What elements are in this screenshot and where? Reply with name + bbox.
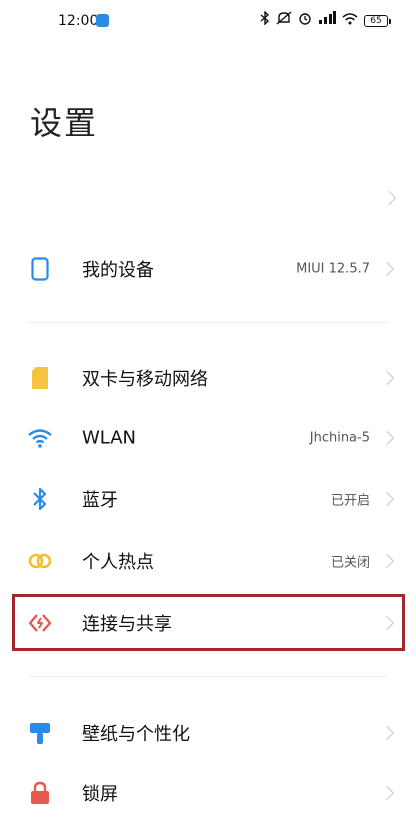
settings-item-hotspot[interactable]: 个人热点 已关闭	[0, 531, 416, 591]
battery-level: 65	[370, 16, 382, 26]
settings-item-my-device[interactable]: 我的设备 MIUI 12.5.7	[0, 239, 416, 299]
settings-item-dual-sim[interactable]: 双卡与移动网络	[0, 348, 416, 408]
settings-item-label: WLAN	[82, 427, 137, 449]
settings-item-value: 已关闭	[330, 555, 370, 571]
signal-icon	[318, 11, 336, 31]
phone-icon	[28, 257, 52, 281]
settings-item-value: 已开启	[330, 493, 370, 509]
battery-icon: 65	[364, 15, 391, 27]
wallpaper-icon	[28, 721, 52, 745]
chevron-right-icon	[379, 491, 395, 507]
silent-icon	[276, 11, 292, 31]
settings-item-label: 蓝牙	[82, 490, 118, 511]
lock-icon	[28, 781, 52, 805]
settings-item-value: Jhchina-5	[309, 430, 370, 446]
settings-item-label: 双卡与移动网络	[82, 369, 208, 390]
chevron-right-icon	[379, 430, 395, 446]
settings-item-wallpaper[interactable]: 壁纸与个性化	[0, 703, 416, 763]
sim-card-icon	[28, 366, 52, 390]
status-time: 12:00	[58, 13, 99, 29]
status-icons: 65	[260, 10, 391, 31]
settings-item-bluetooth[interactable]: 蓝牙 已开启	[0, 469, 416, 529]
alarm-icon	[298, 11, 312, 31]
settings-item-wlan[interactable]: WLAN Jhchina-5	[0, 408, 416, 468]
chevron-right-icon	[379, 785, 395, 801]
wifi-status-icon	[342, 12, 358, 31]
page-title: 设置	[30, 104, 99, 142]
settings-item-lock-screen[interactable]: 锁屏	[0, 763, 416, 823]
settings-item-label: 锁屏	[82, 784, 118, 805]
divider	[28, 676, 388, 677]
app-notification-icon	[96, 14, 109, 27]
chevron-right-icon	[379, 725, 395, 741]
chevron-right-icon	[379, 553, 395, 569]
divider	[28, 322, 388, 323]
status-bar: 12:00 65	[0, 0, 416, 44]
bluetooth-icon	[260, 10, 270, 31]
highlight-box	[12, 594, 405, 651]
settings-item-label: 壁纸与个性化	[82, 724, 190, 745]
bluetooth-icon	[28, 487, 52, 511]
settings-item-label: 我的设备	[82, 260, 154, 281]
chevron-right-icon	[379, 261, 395, 277]
settings-item-value: MIUI 12.5.7	[296, 261, 370, 277]
chevron-right-icon	[379, 370, 395, 386]
hotspot-icon	[28, 549, 52, 573]
settings-item-label: 个人热点	[82, 552, 154, 573]
wifi-icon	[28, 426, 52, 450]
account-chevron-icon[interactable]	[381, 190, 397, 206]
